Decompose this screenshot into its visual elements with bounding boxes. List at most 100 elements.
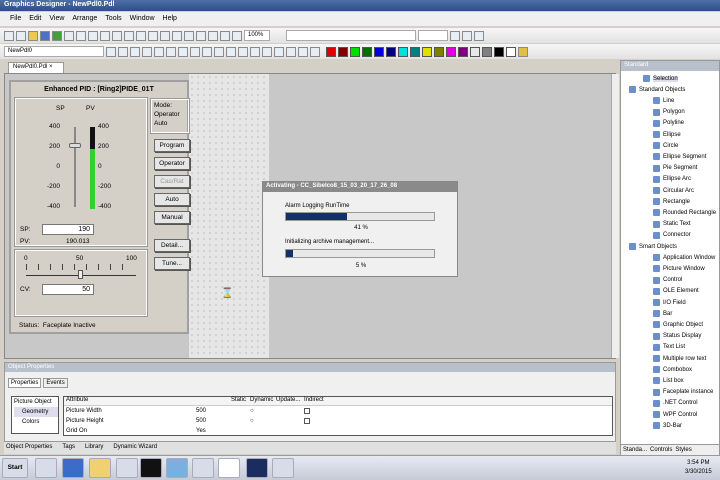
menu-help[interactable]: Help [163, 15, 177, 23]
font-color-icon[interactable] [474, 30, 484, 41]
eyedropper-icon[interactable] [130, 46, 140, 57]
tree-item[interactable]: Colors [14, 417, 58, 427]
palette-item[interactable]: Smart Objects [629, 243, 677, 250]
detail-button[interactable]: Detail... [154, 239, 190, 252]
new-layer-icon[interactable] [16, 30, 26, 41]
tab-properties[interactable]: Properties [8, 378, 42, 388]
color-swatch[interactable] [410, 46, 420, 57]
object-select[interactable]: NewPdl0 [4, 46, 104, 57]
color-swatch[interactable] [482, 46, 492, 57]
palette-item[interactable]: Status Display [653, 332, 701, 340]
dynamic-lightbulb-icon[interactable]: ○ [250, 418, 304, 424]
palette-item[interactable]: List box [653, 377, 684, 385]
color-swatch[interactable] [506, 46, 516, 57]
tab-standard[interactable]: Standa... [623, 447, 647, 454]
menu-window[interactable]: Window [130, 15, 155, 23]
palette-item[interactable]: OLE Element [653, 287, 699, 295]
zoom-out-icon[interactable] [220, 30, 230, 41]
column-header[interactable]: Static [196, 397, 250, 405]
palette-item[interactable]: Picture Window [653, 265, 705, 273]
align-bottom-icon[interactable] [226, 46, 236, 57]
center-h-icon[interactable] [238, 46, 248, 57]
spread-h-icon[interactable] [262, 46, 272, 57]
align-icon[interactable] [118, 46, 128, 57]
color-swatch[interactable] [398, 46, 408, 57]
palette-item[interactable]: Ellipse Arc [653, 175, 691, 183]
center-v-icon[interactable] [250, 46, 260, 57]
same-size-icon[interactable] [310, 46, 320, 57]
palette-item[interactable]: Control [653, 276, 682, 284]
tab-object-properties[interactable]: Object Properties [6, 444, 52, 452]
fill-color-icon[interactable] [462, 30, 472, 41]
cas-rat-button[interactable]: Cas/Rat [154, 175, 190, 188]
table-row[interactable]: Picture Width 500 ○ [64, 406, 612, 416]
column-header[interactable]: Dynamic [250, 397, 276, 405]
color-swatch[interactable] [362, 46, 372, 57]
indirect-checkbox[interactable] [304, 418, 310, 424]
palette-item[interactable]: Line [653, 97, 674, 105]
same-height-icon[interactable] [298, 46, 308, 57]
runtime-icon[interactable] [246, 458, 268, 478]
redo-icon[interactable] [112, 30, 122, 41]
align-right-icon[interactable] [202, 46, 212, 57]
print-icon[interactable] [124, 30, 134, 41]
paste-icon[interactable] [88, 30, 98, 41]
save-icon[interactable] [40, 30, 50, 41]
canvas-grid[interactable] [189, 74, 269, 358]
column-header[interactable]: Update... [276, 397, 304, 405]
align-icon[interactable] [106, 46, 116, 57]
color-swatch[interactable] [458, 46, 468, 57]
palette-item[interactable]: Graphic Object [653, 321, 703, 329]
line-color-icon[interactable] [450, 30, 460, 41]
sp-slider-track[interactable] [74, 127, 76, 207]
font-size-select[interactable] [418, 30, 448, 41]
menu-file[interactable]: File [10, 15, 21, 23]
manual-button[interactable]: Manual [154, 211, 190, 224]
graphics-designer-icon[interactable] [218, 458, 240, 478]
custom-color-icon[interactable] [518, 46, 528, 57]
undo-icon[interactable] [100, 30, 110, 41]
zoom-select[interactable]: 100% [244, 30, 270, 41]
close-icon[interactable]: × [49, 64, 53, 70]
palette-item[interactable]: Standard Objects [629, 86, 685, 94]
sp-slider-thumb[interactable] [69, 143, 81, 148]
layers-icon[interactable] [160, 30, 170, 41]
tree-item-selected[interactable]: Geometry [14, 407, 58, 417]
cv-slider-thumb[interactable] [78, 270, 83, 279]
tab-controls[interactable]: Controls [650, 447, 672, 454]
snap-icon[interactable] [148, 30, 158, 41]
help-icon[interactable] [196, 30, 206, 41]
palette-item[interactable]: Polyline [653, 119, 684, 127]
menu-edit[interactable]: Edit [29, 15, 41, 23]
tab-dynamic-wizard[interactable]: Dynamic Wizard [113, 444, 157, 452]
color-swatch[interactable] [434, 46, 444, 57]
static-value[interactable]: Yes [196, 428, 250, 434]
vertical-scrollbar[interactable] [611, 74, 619, 358]
library-icon[interactable] [172, 30, 182, 41]
palette-item[interactable]: Faceplate instance [653, 388, 713, 396]
dynamic-icon[interactable] [184, 30, 194, 41]
palette-item[interactable]: Circular Arc [653, 187, 694, 194]
palette-item[interactable]: WPF Control [653, 411, 697, 418]
palette-item[interactable]: Combobox [653, 366, 692, 374]
color-swatch[interactable] [326, 46, 336, 57]
palette-item[interactable]: Bar [653, 310, 672, 318]
sp-input[interactable]: 190 [42, 224, 94, 235]
column-header[interactable]: Attribute [64, 397, 196, 405]
color-swatch[interactable] [374, 46, 384, 57]
color-swatch[interactable] [386, 46, 396, 57]
palette-item[interactable]: Polygon [653, 108, 685, 116]
powershell-icon[interactable] [62, 458, 84, 478]
palette-item[interactable]: Static Text [653, 220, 691, 228]
align-left-icon[interactable] [190, 46, 200, 57]
wincc-icon[interactable] [116, 458, 138, 478]
tab-styles[interactable]: Styles [675, 447, 691, 454]
wincc-explorer-icon[interactable] [192, 458, 214, 478]
cv-input[interactable]: 50 [42, 284, 94, 295]
palette-item[interactable]: I/O Field [653, 299, 686, 306]
palette-item[interactable]: Selection [643, 75, 678, 82]
color-swatch[interactable] [422, 46, 432, 57]
palette-item[interactable]: Application Window [653, 254, 715, 262]
palette-item[interactable]: Ellipse Segment [653, 153, 706, 161]
static-value[interactable]: 500 [196, 418, 250, 424]
